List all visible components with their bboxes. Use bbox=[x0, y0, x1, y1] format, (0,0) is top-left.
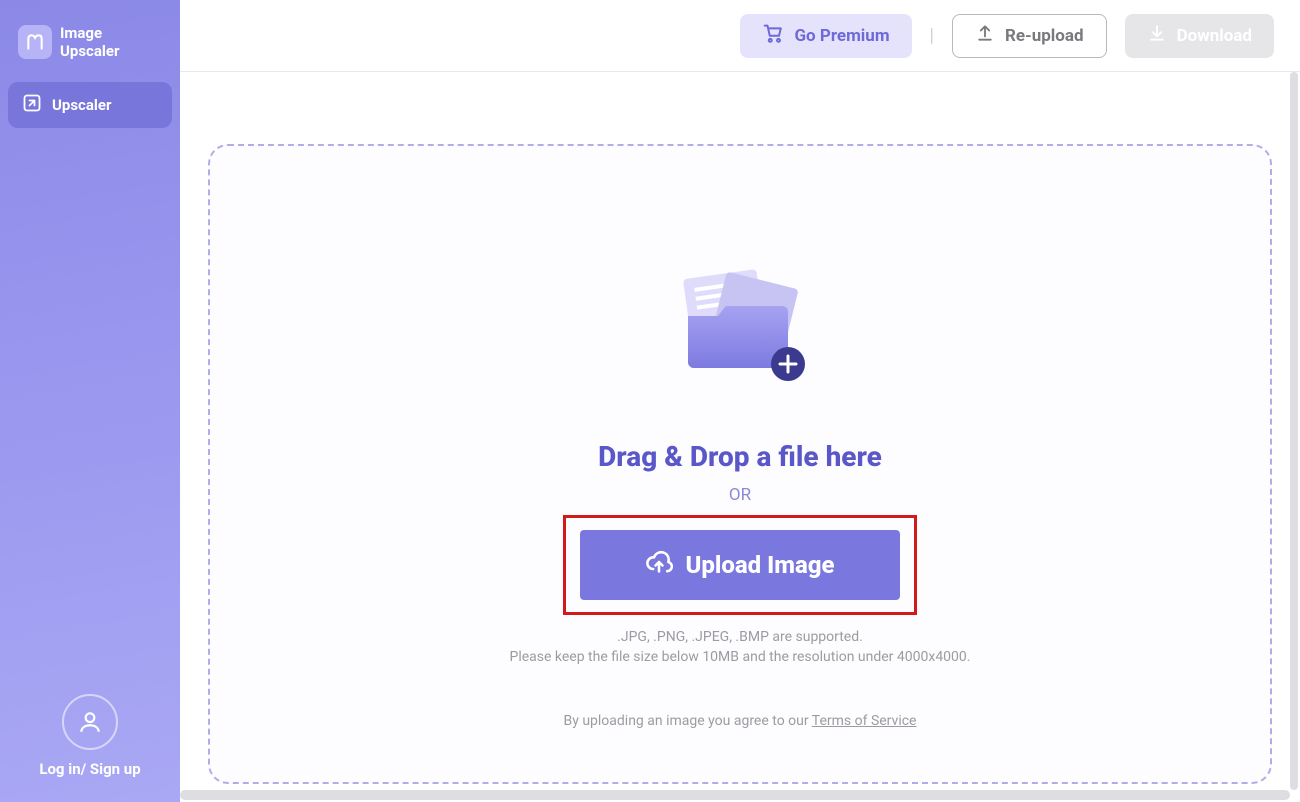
supported-formats: .JPG, .PNG, .JPEG, .BMP are supported. bbox=[617, 629, 863, 645]
avatar-icon bbox=[62, 694, 118, 750]
brand-logo[interactable]: Image Upscaler bbox=[8, 18, 172, 82]
upload-limits: Please keep the file size below 10MB and… bbox=[510, 649, 971, 665]
download-icon bbox=[1147, 23, 1167, 48]
folder-upload-icon bbox=[670, 266, 810, 384]
sidebar: Image Upscaler Upscaler Log in/ Sign up bbox=[0, 0, 180, 802]
topbar-divider: | bbox=[930, 25, 934, 46]
sidebar-item-upscaler[interactable]: Upscaler bbox=[8, 82, 172, 128]
go-premium-button[interactable]: Go Premium bbox=[740, 14, 911, 58]
vertical-scrollbar[interactable] bbox=[1290, 72, 1298, 790]
main-area: Go Premium | Re-upload Download bbox=[180, 0, 1300, 802]
sidebar-item-label: Upscaler bbox=[52, 96, 111, 114]
cloud-upload-icon bbox=[645, 548, 673, 582]
tos-line: By uploading an image you agree to our T… bbox=[564, 713, 917, 729]
horizontal-scrollbar[interactable] bbox=[180, 790, 1290, 800]
reupload-button[interactable]: Re-upload bbox=[952, 14, 1107, 58]
dropzone-title: Drag & Drop a file here bbox=[598, 440, 882, 473]
upscale-icon bbox=[22, 93, 42, 117]
login-label: Log in/ Sign up bbox=[39, 760, 140, 778]
dropzone-or: OR bbox=[729, 485, 751, 505]
upload-highlight: Upload Image bbox=[563, 515, 917, 615]
dropzone[interactable]: Drag & Drop a file here OR Upload Image … bbox=[208, 144, 1272, 784]
upload-image-button[interactable]: Upload Image bbox=[580, 530, 900, 600]
cart-icon bbox=[762, 22, 784, 49]
upload-icon bbox=[975, 23, 995, 48]
topbar: Go Premium | Re-upload Download bbox=[180, 0, 1300, 72]
content: Drag & Drop a file here OR Upload Image … bbox=[180, 72, 1300, 802]
login-signup[interactable]: Log in/ Sign up bbox=[8, 694, 172, 784]
download-button[interactable]: Download bbox=[1125, 14, 1274, 58]
brand-title: Image Upscaler bbox=[60, 24, 119, 60]
tos-link[interactable]: Terms of Service bbox=[812, 713, 917, 729]
logo-icon bbox=[18, 25, 52, 59]
